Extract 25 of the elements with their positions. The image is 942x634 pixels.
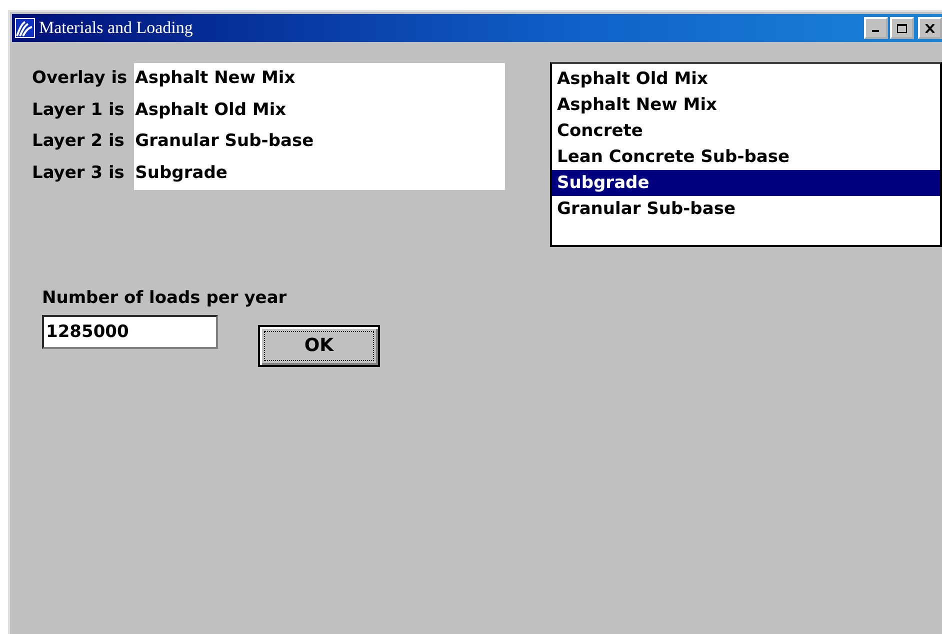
layer-material: Asphalt Old Mix xyxy=(135,98,288,122)
loads-input-field[interactable]: 1285000 xyxy=(42,314,218,348)
layer-material: Subgrade xyxy=(135,162,228,184)
window-title: Materials and Loading xyxy=(39,18,193,38)
loads-label: Number of loads per year xyxy=(42,287,288,310)
layer-material: Granular Sub-base xyxy=(135,130,315,153)
ok-button[interactable]: OK xyxy=(258,324,380,366)
app-icon xyxy=(15,18,35,38)
list-item[interactable]: Concrete xyxy=(552,118,940,144)
layer-material: Asphalt New Mix xyxy=(135,67,296,90)
materials-listbox[interactable]: Asphalt Old Mix Asphalt New Mix Concrete Lean Concrete Sub-base Subgrade Granular Sub-base xyxy=(550,62,942,247)
close-icon xyxy=(925,24,935,32)
layer-label: Layer 2 is xyxy=(32,130,126,153)
maximize-button[interactable] xyxy=(890,17,914,39)
maximize-icon xyxy=(897,24,907,32)
list-item[interactable]: Granular Sub-base xyxy=(552,196,940,222)
layer-label: Layer 1 is xyxy=(32,98,126,122)
layer-label: Overlay is xyxy=(32,67,128,90)
list-item[interactable]: Subgrade xyxy=(552,170,940,196)
list-item[interactable]: Asphalt New Mix xyxy=(552,92,940,118)
close-button[interactable] xyxy=(918,17,942,39)
layer-label: Layer 3 is xyxy=(32,162,126,184)
list-item[interactable]: Lean Concrete Sub-base xyxy=(552,144,940,170)
list-item[interactable]: Asphalt Old Mix xyxy=(552,66,940,92)
minimize-button[interactable] xyxy=(864,17,888,39)
